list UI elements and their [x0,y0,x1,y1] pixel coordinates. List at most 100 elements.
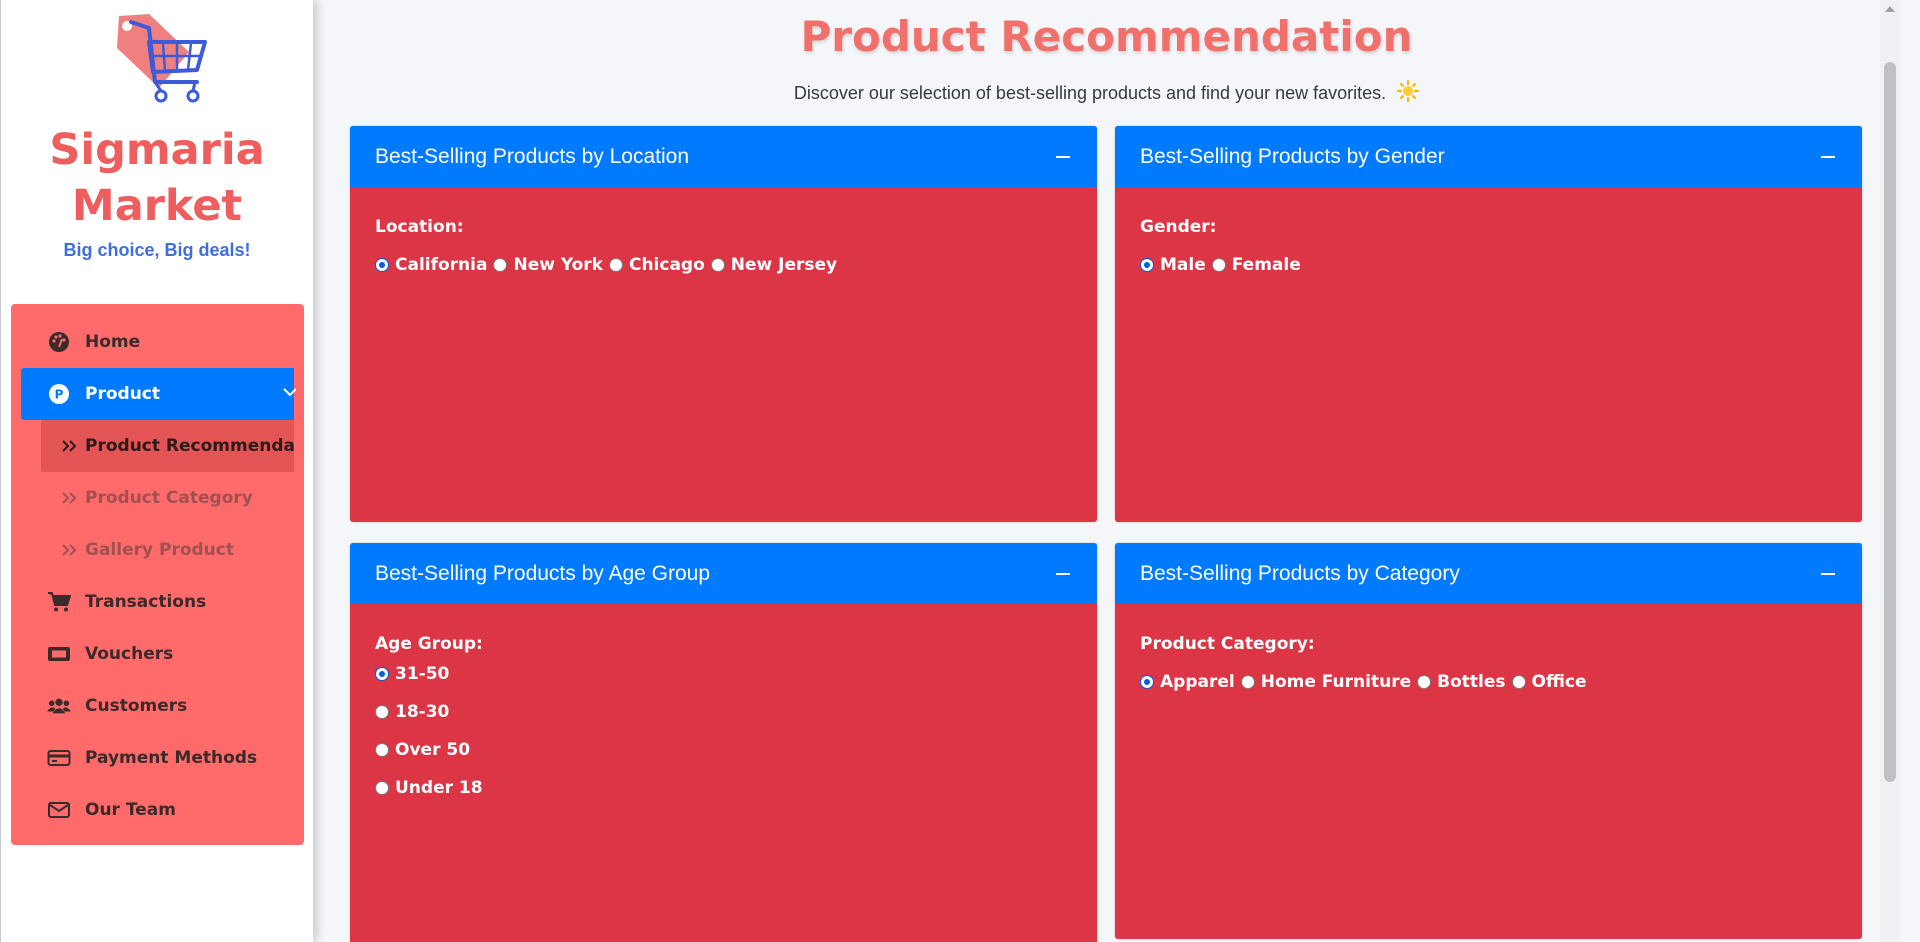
radio-button[interactable] [375,667,389,681]
brand-tagline: Big choice, Big deals! [63,240,251,260]
collapse-minus-icon[interactable] [1051,561,1075,585]
radio-button[interactable] [375,743,389,757]
card-title: Best-Selling Products by Category [1140,561,1460,585]
sidebar-item-product[interactable]: P Product [21,368,296,420]
radio-button[interactable] [375,781,389,795]
card-category: Best-Selling Products by Category Produc… [1115,543,1862,939]
product-p-icon: P [47,382,71,406]
sidebar-item-transactions[interactable]: Transactions [11,576,304,628]
radio-button[interactable] [1511,675,1526,689]
collapse-minus-icon[interactable] [1051,144,1075,168]
chevron-down-icon [282,382,296,402]
sidebar-subitem-product-recommendation[interactable]: Product Recommendation [41,420,294,472]
card-header: Best-Selling Products by Location [350,126,1097,187]
radio-new-york[interactable]: New York [493,255,603,275]
card-body: Gender: Male Female [1115,187,1862,305]
sun-icon [1397,80,1420,102]
card-title: Best-Selling Products by Location [375,144,690,168]
radio-31-50[interactable]: 31-50 [375,664,449,684]
radio-button[interactable] [1140,675,1154,689]
radio-button[interactable] [710,258,725,272]
card-body: Age Group: 31-50 18-30 Over 50 Under 18 [350,604,1097,846]
radio-label: 18-30 [395,702,450,722]
radio-female[interactable]: Female [1211,255,1301,275]
sidebar-item-customers[interactable]: Customers [11,680,304,732]
card-title: Best-Selling Products by Age Group [375,561,711,585]
radio-18-30[interactable]: 18-30 [375,702,449,722]
svg-text:P: P [55,388,64,402]
radio-california[interactable]: California [375,255,487,275]
radio-button[interactable] [493,258,508,272]
brand: Sigmaria Market Big choice, Big deals! [1,0,313,261]
radio-chicago[interactable]: Chicago [608,255,705,275]
collapse-minus-icon[interactable] [1816,144,1840,168]
brand-name-line2: Market [71,181,243,231]
radio-button[interactable] [1140,258,1154,272]
radio-over-50[interactable]: Over 50 [375,740,470,760]
category-label: Product Category: [1140,634,1315,654]
radio-under-18[interactable]: Under 18 [375,778,483,798]
sidebar-subitem-product-category[interactable]: Product Category [11,472,304,524]
sidebar: Sigmaria Market Big choice, Big deals! H… [0,0,313,942]
card-location: Best-Selling Products by Location Locati… [350,126,1097,522]
double-chevron-right-icon [61,542,79,558]
sidebar-item-label: Home [85,332,141,352]
radio-label: California [395,255,488,275]
sidebar-subitem-gallery-product[interactable]: Gallery Product [11,524,304,576]
radio-office[interactable]: Office [1511,672,1587,692]
cart-icon [47,590,71,614]
location-label: Location: [375,217,464,237]
sidebar-nav: Home P Product Product Recommendation Pr… [11,304,304,845]
radio-label: 31-50 [395,664,450,684]
sidebar-subitem-label: Product Category [85,488,253,508]
double-chevron-right-icon [61,490,79,506]
card-gender: Best-Selling Products by Gender Gender: … [1115,126,1862,522]
brand-name-line1: Sigmaria [49,125,265,175]
radio-button[interactable] [1240,675,1255,689]
sidebar-item-home[interactable]: Home [11,316,304,368]
radio-label: New York [513,255,603,275]
card-header: Best-Selling Products by Category [1115,543,1862,604]
card-body: Location: California New York Chicago Ne… [350,187,1097,305]
radio-button[interactable] [1417,675,1432,689]
radio-home-furniture[interactable]: Home Furniture [1240,672,1412,692]
sidebar-item-vouchers[interactable]: Vouchers [11,628,304,680]
radio-label: Male [1160,255,1206,275]
shopping-cart-tag-logo[interactable] [105,12,209,112]
double-chevron-right-icon [61,438,79,454]
card-age-group: Best-Selling Products by Age Group Age G… [350,543,1097,942]
scroll-up-arrow-icon[interactable] [1885,6,1895,12]
age-group-label: Age Group: [375,634,483,654]
sidebar-item-label: Product [85,384,160,404]
radio-label: New Jersey [730,255,838,275]
sidebar-item-payment-methods[interactable]: Payment Methods [11,732,304,784]
card-header: Best-Selling Products by Age Group [350,543,1097,604]
card-header: Best-Selling Products by Gender [1115,126,1862,187]
radio-bottles[interactable]: Bottles [1417,672,1506,692]
collapse-minus-icon[interactable] [1816,561,1840,585]
main-content: Product Recommendation Discover our sele… [313,0,1900,942]
users-icon [47,694,71,718]
sidebar-item-label: Vouchers [85,644,174,664]
radio-apparel[interactable]: Apparel [1140,672,1235,692]
vertical-scrollbar[interactable] [1880,0,1900,942]
radio-label: Home Furniture [1260,672,1412,692]
radio-label: Chicago [628,255,705,275]
scrollbar-thumb[interactable] [1884,62,1896,782]
radio-label: Apparel [1160,672,1235,692]
radio-male[interactable]: Male [1140,255,1206,275]
radio-button[interactable] [375,258,389,272]
sidebar-item-label: Customers [85,696,188,716]
sidebar-item-label: Our Team [85,800,176,820]
sidebar-item-our-team[interactable]: Our Team [11,784,304,836]
radio-button[interactable] [1211,258,1226,272]
radio-button[interactable] [375,705,389,719]
page-subtitle: Discover our selection of best-selling p… [313,80,1900,104]
sidebar-item-label: Transactions [85,592,207,612]
page-subtitle-text: Discover our selection of best-selling p… [793,83,1387,103]
brand-name: Sigmaria Market [1,122,313,234]
card-body: Product Category: Apparel Home Furniture… [1115,604,1862,722]
radio-new-jersey[interactable]: New Jersey [710,255,838,275]
page-title: Product Recommendation [800,12,1413,61]
radio-button[interactable] [608,258,623,272]
